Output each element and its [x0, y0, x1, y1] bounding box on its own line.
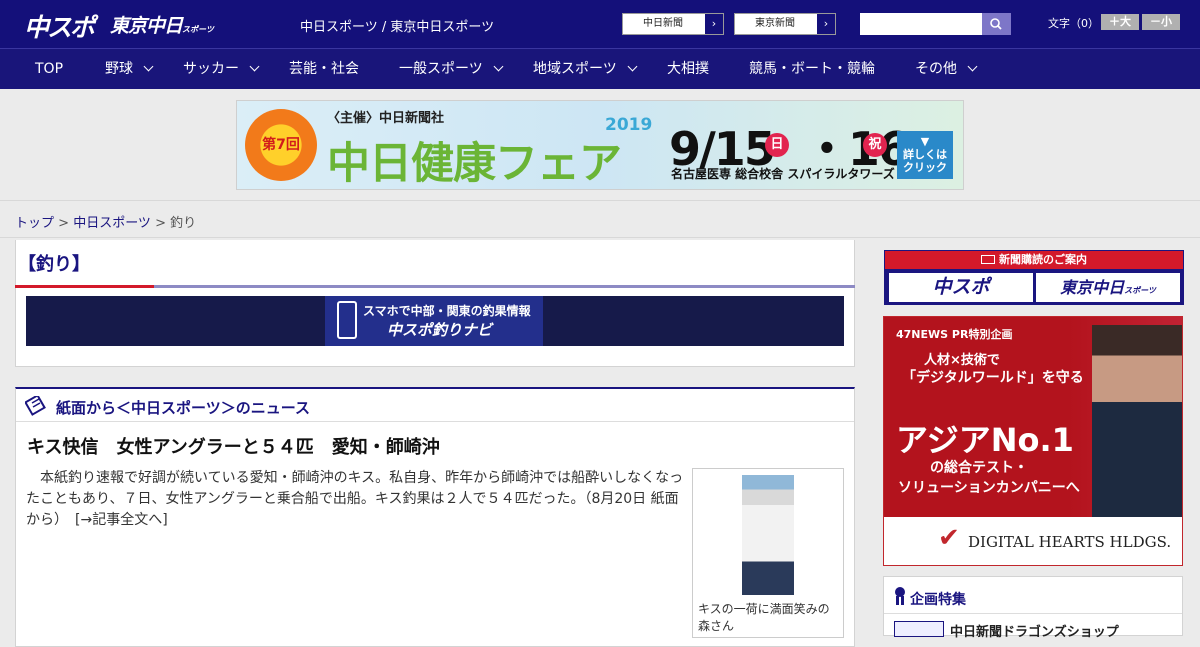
subscribe-tokyo-text: 東京中日	[1060, 278, 1125, 297]
nav-label: 野球	[105, 61, 133, 77]
nav-label: サッカー	[183, 61, 239, 77]
ticket-icon	[981, 255, 995, 264]
navi-tagline: スマホで中部・関東の釣果情報	[363, 304, 531, 318]
subscribe-chuspo-button[interactable]: 中スポ	[889, 273, 1033, 302]
health-fair-banner[interactable]: 第7回 〈主催〉中日新聞社 中日健康フェア 2019 9/15 ・16 日 祝 名…	[236, 100, 964, 190]
nav-label: 競馬・ボート・競輪	[749, 61, 875, 77]
feature-item-link[interactable]: 中日新聞ドラゴンズショップ	[950, 621, 1119, 640]
feature-heading: 企画特集	[910, 592, 966, 608]
ad-line1: 人材×技術で	[924, 353, 1000, 368]
ad-line5: ソリューションカンパニーへ	[898, 480, 1080, 496]
tokyo-shimbun-label: 東京新聞	[755, 18, 795, 29]
banner-dow-holiday: 祝	[863, 133, 887, 157]
nav-item-other[interactable]: その他	[915, 49, 978, 90]
banner-badge: 第7回	[245, 109, 317, 181]
breadcrumb-chuspo-link[interactable]: 中日スポーツ	[73, 216, 151, 231]
global-nav: TOP 野球 サッカー 芸能・社会 一般スポーツ 地域スポーツ 大相撲 競馬・ボ…	[0, 48, 1200, 89]
nav-label: 地域スポーツ	[533, 61, 617, 77]
chevron-right-icon: ›	[817, 14, 835, 34]
chevron-down-icon	[967, 61, 978, 72]
nav-item-top[interactable]: TOP	[35, 49, 63, 90]
ad-tag: 47NEWS PR特別企画	[896, 328, 1013, 341]
banner-title: 中日健康フェア	[327, 139, 622, 189]
breadcrumb-top-link[interactable]: トップ	[15, 216, 54, 231]
smartphone-icon	[337, 301, 357, 339]
chevron-down-icon	[493, 61, 504, 72]
article-summary[interactable]: 本紙釣り速報で好調が続いている愛知・師崎沖のキス。私自身、昨年から師崎沖では船酔…	[26, 468, 684, 531]
subscription-heading-text: 新聞購読のご案内	[999, 253, 1087, 266]
top-header: 中スポ 東京中日スポーツ 中日スポーツ / 東京中日スポーツ 中日新聞 › 東京…	[0, 0, 1200, 48]
subscription-box: 新聞購読のご案内 中スポ 東京中日スポーツ	[884, 250, 1184, 305]
search-button[interactable]	[982, 13, 1011, 35]
title-divider-accent	[15, 285, 154, 288]
ad-person-photo	[1092, 325, 1182, 517]
nav-label: 一般スポーツ	[399, 61, 483, 77]
tokyo-logo-text: 東京中日	[110, 15, 183, 37]
ad-brand: DIGITAL HEARTS HLDGS.	[968, 533, 1172, 551]
chevron-down-icon	[627, 61, 638, 72]
feature-thumbnail[interactable]	[894, 621, 944, 637]
breadcrumb-bar: トップ > 中日スポーツ > 釣り	[0, 200, 1200, 238]
nav-label: 大相撲	[667, 61, 709, 77]
nav-item-regional-sports[interactable]: 地域スポーツ	[533, 49, 638, 90]
banner-cta-label: 詳しくは クリック	[903, 148, 947, 174]
chevron-down-icon	[143, 61, 154, 72]
search-input[interactable]	[860, 13, 982, 35]
nav-label: TOP	[35, 61, 64, 77]
award-icon	[895, 587, 905, 605]
newspaper-icon	[25, 396, 46, 416]
font-size-label: 文字（0）	[1048, 17, 1099, 30]
nav-item-baseball[interactable]: 野球	[105, 49, 154, 90]
subscription-heading: 新聞購読のご案内	[885, 251, 1183, 269]
nav-item-soccer[interactable]: サッカー	[183, 49, 260, 90]
checkmark-logo-icon: ✔	[938, 523, 960, 553]
breadcrumb: トップ > 中日スポーツ > 釣り	[15, 212, 196, 231]
chunichi-shimbun-link[interactable]: 中日新聞 ›	[622, 13, 724, 35]
feature-box: 企画特集 中日新聞ドラゴンズショップ	[883, 576, 1183, 640]
article-photo[interactable]	[742, 475, 794, 595]
arrow-down-icon: ▼	[920, 135, 930, 148]
nav-item-entertainment[interactable]: 芸能・社会	[289, 49, 359, 90]
chevron-right-icon: ›	[705, 14, 723, 34]
tokyo-logo-small: スポーツ	[182, 25, 214, 34]
breadcrumb-sep: >	[150, 216, 171, 231]
section-heading: 紙面から＜中日スポーツ＞のニュース	[56, 399, 310, 417]
nav-label: 芸能・社会	[289, 61, 359, 77]
nav-item-general-sports[interactable]: 一般スポーツ	[399, 49, 504, 90]
chevron-down-icon	[249, 61, 260, 72]
subscribe-tokyo-small: スポーツ	[1124, 286, 1156, 295]
banner-venue: 名古屋医専 総合校舎 スパイラルタワーズ	[671, 167, 895, 181]
subscribe-tokyo-button[interactable]: 東京中日スポーツ	[1036, 273, 1180, 302]
navi-name: 中スポ釣りナビ	[387, 321, 493, 339]
font-increase-button[interactable]: ＋大	[1101, 14, 1139, 30]
banner-organizer: 〈主催〉中日新聞社	[327, 111, 445, 126]
ad-line4: の総合テスト・	[930, 460, 1028, 476]
site-name: 中日スポーツ / 東京中日スポーツ	[300, 20, 495, 35]
breadcrumb-sep: >	[54, 216, 74, 231]
banner-year: 2019	[605, 115, 653, 135]
chunichi-shimbun-label: 中日新聞	[643, 18, 683, 29]
ad-line2: 「デジタルワールド」を守る	[902, 370, 1084, 386]
nav-label: その他	[915, 61, 957, 77]
font-decrease-button[interactable]: －小	[1142, 14, 1180, 30]
nav-item-racing[interactable]: 競馬・ボート・競輪	[749, 49, 875, 90]
ad-line3: アジアNo.1	[896, 421, 1074, 459]
banner-dow-sun: 日	[765, 133, 789, 157]
tokyo-chunichi-logo[interactable]: 東京中日スポーツ	[110, 11, 214, 38]
fishing-navi-banner[interactable]: スマホで中部・関東の釣果情報 中スポ釣りナビ	[26, 296, 844, 346]
breadcrumb-current: 釣り	[170, 216, 197, 231]
advertisement[interactable]: 47NEWS PR特別企画 人材×技術で 「デジタルワールド」を守る アジアNo…	[883, 316, 1183, 566]
article-photo-box[interactable]: キスの一荷に満面笑みの森さん	[692, 468, 844, 638]
nav-item-sumo[interactable]: 大相撲	[667, 49, 709, 90]
article-title[interactable]: キス快信 女性アングラーと５４匹 愛知・師崎沖	[27, 433, 440, 459]
fishing-navi-inner: スマホで中部・関東の釣果情報 中スポ釣りナビ	[325, 296, 543, 346]
heading-divider	[16, 421, 854, 422]
banner-cta-button[interactable]: ▼ 詳しくは クリック	[897, 131, 953, 179]
feature-divider	[884, 613, 1182, 614]
tokyo-shimbun-link[interactable]: 東京新聞 ›	[734, 13, 836, 35]
page-title: 【釣り】	[18, 254, 90, 275]
search-icon	[990, 18, 1002, 30]
chuspo-logo[interactable]: 中スポ	[24, 8, 95, 44]
